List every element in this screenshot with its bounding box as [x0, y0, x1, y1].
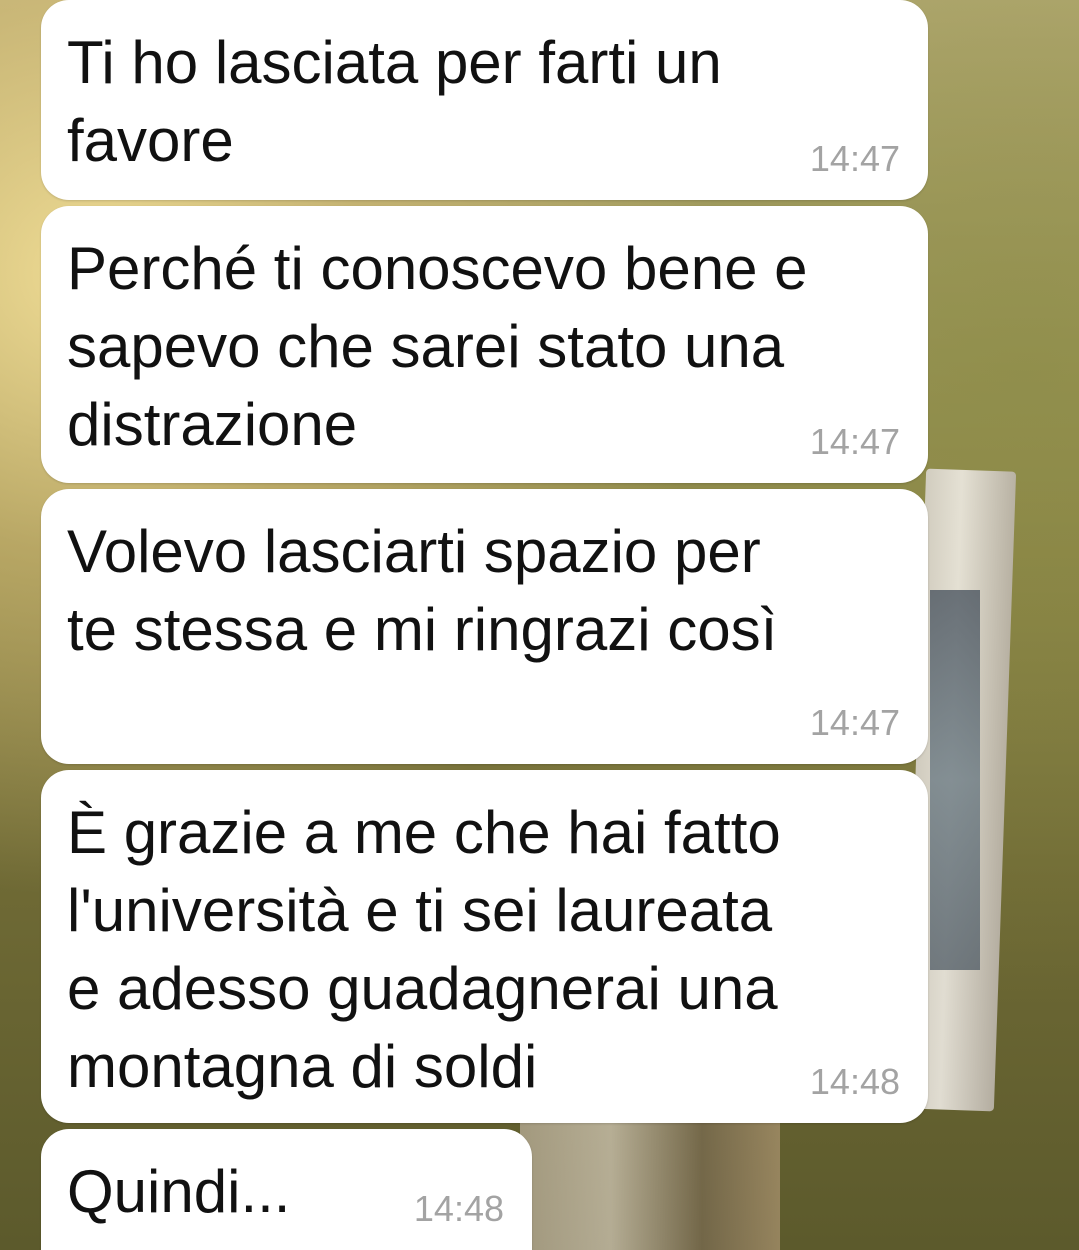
message-text: È grazie a me che hai fatto l'università… [67, 799, 781, 1100]
message-text: Volevo lasciarti spazio per te stessa e … [67, 518, 778, 663]
message-bubble[interactable]: È grazie a me che hai fatto l'università… [41, 770, 928, 1123]
chat-thread: Ti ho lasciata per farti un favore 14:47… [0, 0, 1079, 1250]
message-timestamp: 14:47 [809, 702, 900, 743]
message-bubble[interactable]: Quindi... 14:48 [41, 1129, 532, 1250]
message-text: Perché ti conoscevo bene e sapevo che sa… [67, 235, 808, 458]
message-timestamp: 14:48 [413, 1188, 504, 1229]
message-text: Ti ho lasciata per farti un favore [67, 29, 722, 174]
message-bubble[interactable]: Volevo lasciarti spazio per te stessa e … [41, 489, 928, 764]
message-bubble[interactable]: Ti ho lasciata per farti un favore 14:47 [41, 0, 928, 200]
message-timestamp: 14:47 [809, 421, 900, 462]
message-timestamp: 14:48 [809, 1061, 900, 1102]
message-timestamp: 14:47 [809, 138, 900, 179]
message-bubble[interactable]: Perché ti conoscevo bene e sapevo che sa… [41, 206, 928, 483]
